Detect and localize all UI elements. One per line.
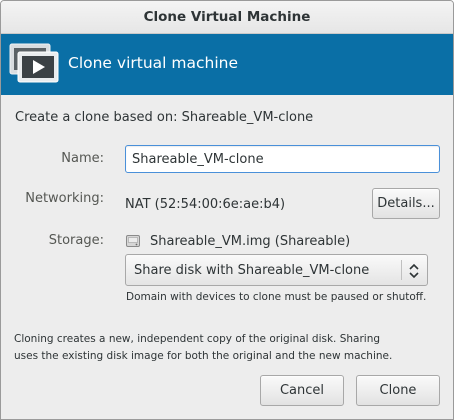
note-line-2: uses the existing disk image for both th… (14, 350, 393, 362)
window-titlebar[interactable]: Clone Virtual Machine (1, 1, 453, 34)
name-field[interactable] (125, 145, 440, 173)
name-label: Name: (61, 151, 104, 166)
storage-mode-selected: Share disk with Shareable_VM-clone (134, 263, 370, 278)
window-title: Clone Virtual Machine (143, 9, 311, 25)
combo-separator (401, 260, 402, 280)
networking-label: Networking: (25, 191, 104, 206)
networking-value: NAT (52:54:00:6e:ae:b4) (125, 197, 286, 212)
note-line-1: Cloning creates a new, independent copy … (14, 333, 381, 345)
cancel-button[interactable]: Cancel (260, 375, 344, 406)
up-down-arrows-icon (409, 263, 419, 279)
intro-text: Create a clone based on: Shareable_VM-cl… (15, 110, 314, 125)
header-title: Clone virtual machine (68, 54, 238, 72)
storage-disk-label: Shareable_VM.img (Shareable) (150, 233, 351, 249)
monitor-play-icon (9, 43, 59, 83)
clone-button[interactable]: Clone (356, 375, 440, 406)
clone-vm-dialog: Clone Virtual Machine Clone virtual mach… (0, 0, 454, 420)
clone-explanation: Cloning creates a new, independent copy … (14, 331, 444, 365)
storage-mode-select[interactable]: Share disk with Shareable_VM-clone (125, 254, 428, 286)
storage-hint: Domain with devices to clone must be pau… (126, 291, 427, 303)
harddisk-icon (126, 235, 140, 247)
storage-disk-row: Shareable_VM.img (Shareable) (125, 233, 350, 249)
dialog-content: Create a clone based on: Shareable_VM-cl… (1, 95, 453, 419)
dialog-header: Clone virtual machine (1, 34, 453, 95)
storage-label: Storage: (48, 233, 104, 248)
details-button[interactable]: Details... (372, 188, 440, 219)
